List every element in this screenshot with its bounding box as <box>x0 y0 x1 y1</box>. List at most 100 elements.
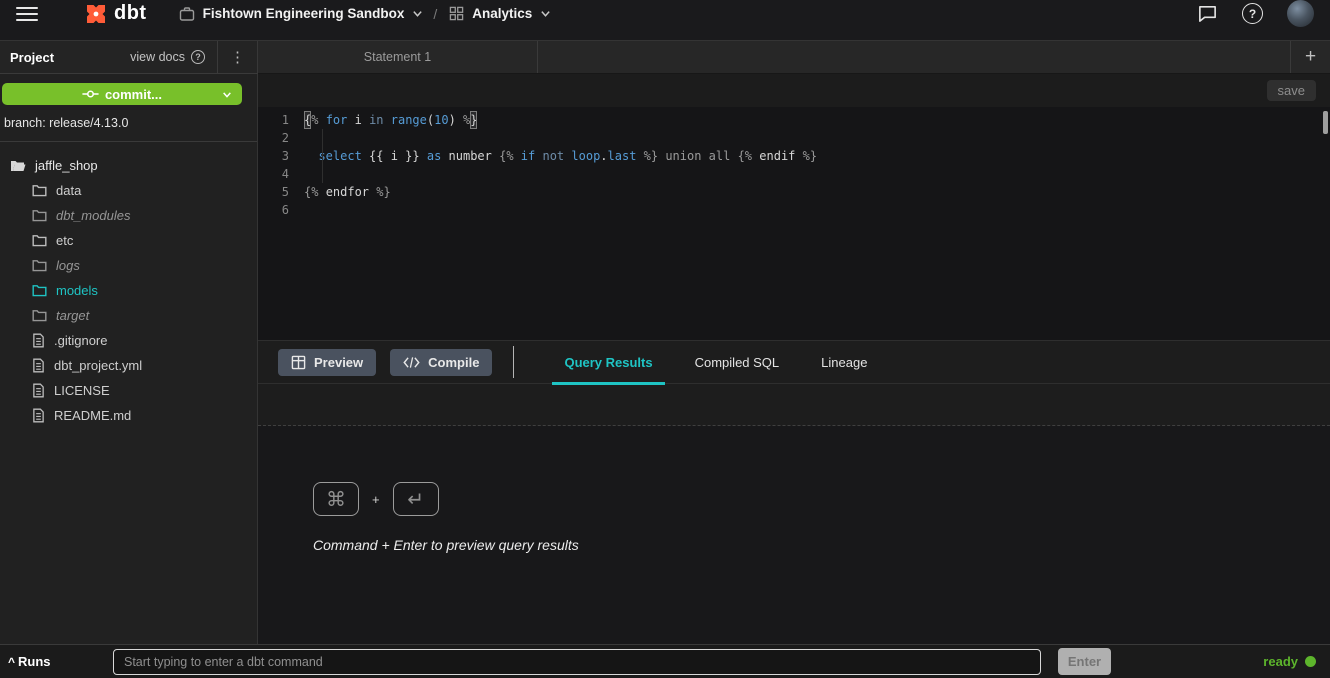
project-name: Fishtown Engineering Sandbox <box>203 6 405 21</box>
runs-label: Runs <box>18 654 51 669</box>
help-icon[interactable]: ? <box>1242 3 1263 24</box>
folder-icon <box>32 259 47 272</box>
editor-scrollbar[interactable] <box>1323 111 1328 134</box>
folder-icon <box>32 184 47 197</box>
status-dot <box>1305 656 1316 667</box>
save-button[interactable]: save <box>1267 80 1316 101</box>
editor-tab-statement-1[interactable]: Statement 1 <box>258 41 538 73</box>
return-key-glyph: ↵ <box>407 487 424 511</box>
tree-item-logs[interactable]: logs <box>0 253 257 278</box>
active-tab-underline <box>552 382 664 385</box>
line-number: 5 <box>258 183 304 201</box>
runs-drawer-toggle[interactable]: ^ Runs <box>8 654 113 669</box>
header-row: Project view docs ? ⋮ Statement 1 + <box>0 40 1330 74</box>
code-editor[interactable]: 1{% for i in range(10) %}23 select {{ i … <box>258 107 1330 340</box>
command-key-glyph: ⌘ <box>326 487 346 511</box>
tree-item-.gitignore[interactable]: .gitignore <box>0 328 257 353</box>
toolbar-divider <box>513 346 514 378</box>
tab-lineage-label: Lineage <box>821 355 867 370</box>
results-toolbar: Preview Compile Query Results Compi <box>258 340 1330 384</box>
compile-button-label: Compile <box>428 355 479 370</box>
code-lines: 1{% for i in range(10) %}23 select {{ i … <box>258 111 1330 219</box>
kebab-glyph: ⋮ <box>230 48 245 66</box>
tree-item-label: dbt_modules <box>56 208 130 223</box>
table-grid-icon <box>291 355 306 370</box>
code-line: 6 <box>258 201 1330 219</box>
tab-compiled-sql-label: Compiled SQL <box>695 355 780 370</box>
hint-plus: + <box>372 492 380 507</box>
commit-button[interactable]: commit... <box>2 83 242 105</box>
file-icon <box>32 333 45 348</box>
project-menu-kebab-icon[interactable]: ⋮ <box>217 41 257 73</box>
compile-button[interactable]: Compile <box>390 349 492 376</box>
preview-button-label: Preview <box>314 355 363 370</box>
dbt-logo: dbt <box>84 2 147 26</box>
status-indicator: ready <box>1263 654 1316 669</box>
code-line: 2 <box>258 129 1330 147</box>
editor-toolbar: save <box>258 74 1330 107</box>
tab-lineage[interactable]: Lineage <box>809 340 879 384</box>
dbt-logo-icon <box>84 2 108 26</box>
folder-icon <box>32 284 47 297</box>
indent-guide <box>322 129 323 183</box>
tree-item-label: target <box>56 308 89 323</box>
help-mark: ? <box>1249 7 1256 21</box>
dbt-command-input[interactable] <box>113 649 1041 675</box>
new-tab-button[interactable]: + <box>1290 41 1330 73</box>
tree-item-LICENSE[interactable]: LICENSE <box>0 378 257 403</box>
grid-icon <box>449 6 464 21</box>
file-icon <box>32 358 45 373</box>
top-bar-right: ? <box>1197 0 1314 27</box>
code-line: 3 select {{ i }} as number {% if not loo… <box>258 147 1330 165</box>
code-line: 5{% endfor %} <box>258 183 1330 201</box>
tree-item-models[interactable]: models <box>0 278 257 303</box>
project-switcher[interactable]: Fishtown Engineering Sandbox <box>179 6 424 22</box>
tree-item-jaffle_shop[interactable]: jaffle_shop <box>0 153 257 178</box>
dbt-ide-app: dbt Fishtown Engineering Sandbox / Analy… <box>0 0 1330 678</box>
view-docs-link[interactable]: view docs ? <box>130 50 217 64</box>
tree-item-label: logs <box>56 258 80 273</box>
breadcrumb-separator: / <box>433 6 437 22</box>
plus-icon: + <box>1305 46 1316 68</box>
environment-switcher[interactable]: Analytics <box>449 6 551 21</box>
tree-item-README.md[interactable]: README.md <box>0 403 257 428</box>
tab-compiled-sql[interactable]: Compiled SQL <box>683 340 792 384</box>
user-avatar[interactable] <box>1287 0 1314 27</box>
line-number: 6 <box>258 201 304 219</box>
hamburger-menu-icon[interactable] <box>16 7 38 21</box>
command-key-icon: ⌘ <box>313 482 359 516</box>
file-icon <box>32 408 45 423</box>
folder-icon <box>32 234 47 247</box>
chat-icon[interactable] <box>1197 3 1218 24</box>
file-tree: jaffle_shopdata dbt_modulesetc logs models t… <box>0 142 257 428</box>
folder-icon <box>32 209 47 222</box>
keyboard-hint: ⌘ + ↵ <box>313 482 1330 516</box>
tree-item-label: LICENSE <box>54 383 110 398</box>
file-explorer-sidebar: commit... branch: release/4.13.0 jaffle_… <box>0 74 258 644</box>
git-commit-icon <box>82 88 99 100</box>
tree-item-label: .gitignore <box>54 333 107 348</box>
environment-name: Analytics <box>472 6 532 21</box>
caret-up-icon: ^ <box>8 655 15 669</box>
preview-button[interactable]: Preview <box>278 349 376 376</box>
tree-item-target[interactable]: target <box>0 303 257 328</box>
tab-query-results[interactable]: Query Results <box>552 340 664 384</box>
line-number: 2 <box>258 129 304 147</box>
body-row: commit... branch: release/4.13.0 jaffle_… <box>0 74 1330 644</box>
main-column: save 1{% for i in range(10) %}23 select … <box>258 74 1330 644</box>
project-panel-title: Project <box>0 50 54 65</box>
tree-item-dbt_modules[interactable]: dbt_modules <box>0 203 257 228</box>
code-brackets-icon <box>403 356 420 369</box>
commit-chevron-down-icon[interactable] <box>222 90 232 99</box>
tree-item-data[interactable]: data <box>0 178 257 203</box>
file-icon <box>32 383 45 398</box>
tree-item-label: etc <box>56 233 73 248</box>
tree-item-etc[interactable]: etc <box>0 228 257 253</box>
status-label: ready <box>1263 654 1298 669</box>
enter-button[interactable]: Enter <box>1058 648 1111 675</box>
runs-bar: ^ Runs Enter ready <box>0 644 1330 678</box>
tree-item-dbt_project.yml[interactable]: dbt_project.yml <box>0 353 257 378</box>
folder-open-icon <box>10 159 26 173</box>
tab-query-results-label: Query Results <box>564 355 652 370</box>
view-docs-help-icon: ? <box>191 50 205 64</box>
